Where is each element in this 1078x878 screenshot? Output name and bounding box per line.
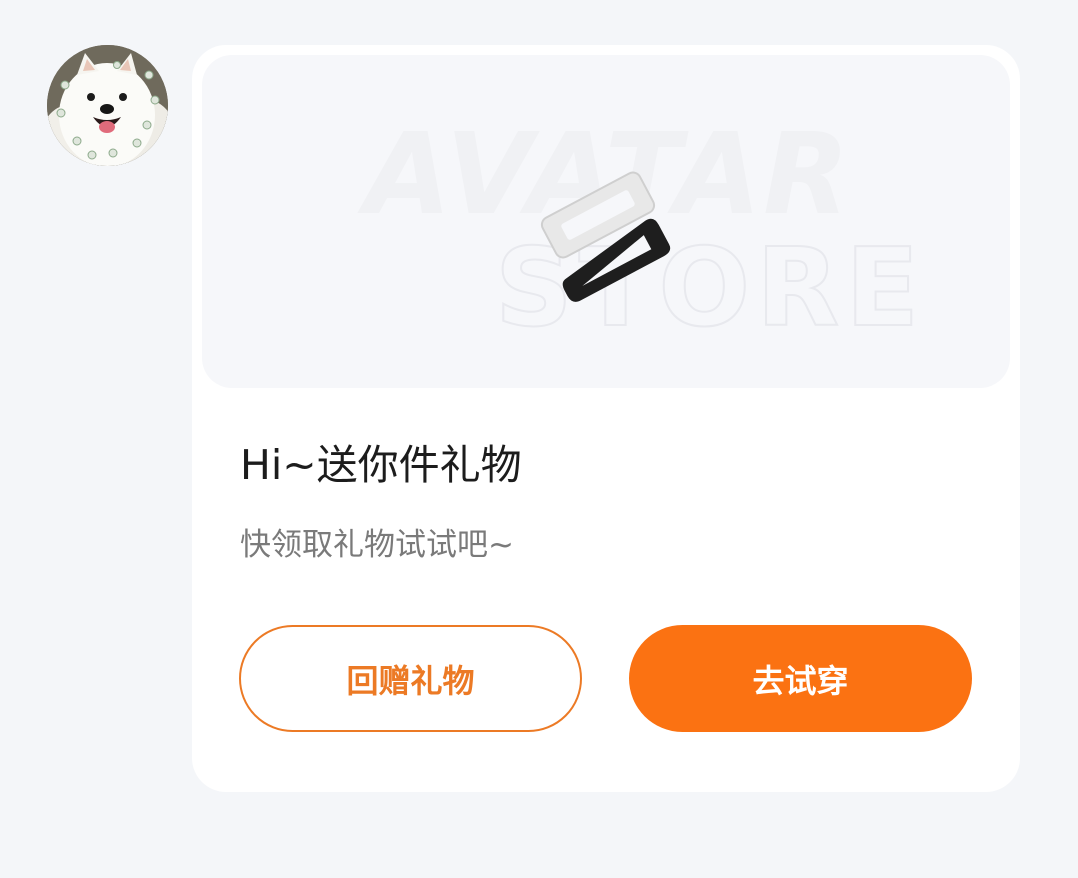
return-gift-button[interactable]: 回赠礼物 (239, 625, 582, 732)
gift-message-card: AVATAR STORE Hi~送你件礼物 快领取礼物试试吧~ 回赠礼物 去试穿 (192, 45, 1020, 792)
samoyed-dog-avatar-icon (47, 45, 168, 166)
gift-title: Hi~送你件礼物 (240, 441, 522, 489)
sender-avatar[interactable] (47, 45, 168, 166)
gift-banner: AVATAR STORE (202, 55, 1010, 388)
return-gift-label: 回赠礼物 (346, 661, 475, 700)
gift-subtitle: 快领取礼物试试吧~ (240, 527, 514, 563)
try-on-label: 去试穿 (752, 661, 849, 700)
try-on-button[interactable]: 去试穿 (629, 625, 972, 732)
